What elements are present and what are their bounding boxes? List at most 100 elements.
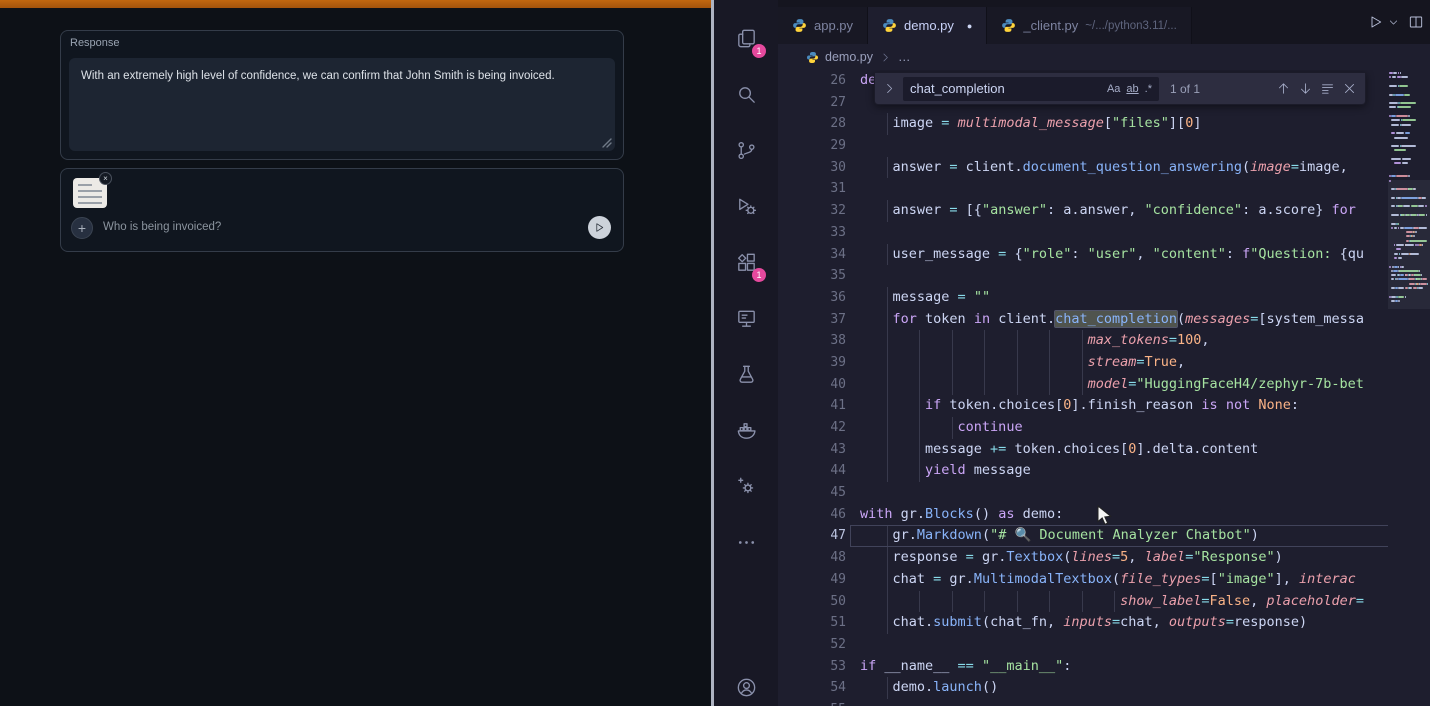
code-text[interactable]: message = "" — [860, 287, 990, 309]
line-number[interactable]: 27 — [778, 92, 852, 114]
find-query[interactable]: chat_completion — [910, 81, 1101, 96]
activity-item-more[interactable] — [722, 514, 770, 570]
code-text[interactable]: for token in client.chat_completion(mess… — [860, 309, 1364, 331]
line-number[interactable]: 52 — [778, 634, 852, 656]
activity-item-extensions[interactable]: 1 — [722, 234, 770, 290]
line-number[interactable]: 38 — [778, 330, 852, 352]
code-text[interactable]: gr.Markdown("# 🔍 Document Analyzer Chatb… — [860, 525, 1259, 547]
line-number[interactable]: 29 — [778, 135, 852, 157]
code-text[interactable]: show_label=False, placeholder= — [860, 591, 1364, 613]
line-number[interactable]: 28 — [778, 113, 852, 135]
breadcrumb-symbol[interactable]: … — [898, 50, 911, 64]
chat-input[interactable]: Who is being invoiced? — [103, 221, 221, 233]
response-textarea[interactable]: With an extremely high level of confiden… — [69, 58, 615, 151]
add-attachment-button[interactable]: + — [71, 217, 93, 239]
line-number[interactable]: 30 — [778, 157, 852, 179]
code-line: 33 — [778, 222, 1430, 244]
app-title-bar — [0, 0, 711, 8]
run-button[interactable] — [1368, 14, 1384, 30]
code-text[interactable]: demo.launch() — [860, 677, 998, 699]
code-text[interactable]: answer = client.document_question_answer… — [860, 157, 1356, 179]
activity-item-search[interactable] — [722, 66, 770, 122]
code-text[interactable]: model="HuggingFaceH4/zephyr-7b-bet — [860, 374, 1364, 396]
code-text[interactable]: stream=True, — [860, 352, 1185, 374]
line-number[interactable]: 47 — [778, 525, 852, 547]
line-number[interactable]: 51 — [778, 612, 852, 634]
line-number[interactable]: 53 — [778, 656, 852, 678]
line-number[interactable]: 49 — [778, 569, 852, 591]
line-number[interactable]: 42 — [778, 417, 852, 439]
line-number[interactable]: 35 — [778, 265, 852, 287]
activity-item-remote-explorer[interactable] — [722, 290, 770, 346]
find-in-selection-button[interactable] — [1320, 81, 1335, 96]
next-match-button[interactable] — [1298, 81, 1313, 96]
line-number[interactable]: 48 — [778, 547, 852, 569]
line-number[interactable]: 45 — [778, 482, 852, 504]
regex-toggle[interactable]: .* — [1145, 83, 1152, 95]
line-number[interactable]: 33 — [778, 222, 852, 244]
find-input[interactable]: chat_completion Aa ab .* — [903, 77, 1159, 101]
find-results: 1 of 1 — [1170, 82, 1200, 96]
code-text[interactable]: image = multimodal_message["files"][0] — [860, 113, 1201, 135]
code-line: 29 — [778, 135, 1430, 157]
line-number[interactable]: 37 — [778, 309, 852, 331]
code-line: 41 if token.choices[0].finish_reason is … — [778, 395, 1430, 417]
code-line: 45 — [778, 482, 1430, 504]
line-number[interactable]: 31 — [778, 178, 852, 200]
line-number[interactable]: 54 — [778, 677, 852, 699]
activity-item-docker[interactable] — [722, 402, 770, 458]
line-number[interactable]: 39 — [778, 352, 852, 374]
line-number[interactable]: 44 — [778, 460, 852, 482]
code-text[interactable]: chat = gr.MultimodalTextbox(file_types=[… — [860, 569, 1356, 591]
code-text[interactable]: max_tokens=100, — [860, 330, 1210, 352]
code-text[interactable]: user_message = {"role": "user", "content… — [860, 244, 1364, 266]
code-text[interactable]: with gr.Blocks() as demo: — [860, 504, 1063, 526]
python-icon — [792, 18, 807, 33]
whole-word-toggle[interactable]: ab — [1126, 83, 1138, 95]
send-button[interactable] — [588, 216, 611, 239]
code-text[interactable]: if token.choices[0].finish_reason is not… — [860, 395, 1299, 417]
tab-demo.py[interactable]: demo.py● — [868, 7, 987, 44]
activity-item-config-tools[interactable] — [722, 458, 770, 514]
breadcrumb-file[interactable]: demo.py — [825, 50, 873, 64]
code-text[interactable]: if __name__ == "__main__": — [860, 656, 1071, 678]
line-number[interactable]: 36 — [778, 287, 852, 309]
line-number[interactable]: 55 — [778, 699, 852, 706]
line-number[interactable]: 43 — [778, 439, 852, 461]
line-number[interactable]: 26 — [778, 70, 852, 92]
close-find-button[interactable] — [1342, 81, 1357, 96]
code-text[interactable]: continue — [860, 417, 1023, 439]
activity-item-run-debug[interactable] — [722, 178, 770, 234]
activity-item-testing[interactable] — [722, 346, 770, 402]
minimap[interactable] — [1388, 70, 1430, 706]
minimap-viewport[interactable] — [1388, 180, 1430, 309]
line-number[interactable]: 34 — [778, 244, 852, 266]
line-number[interactable]: 41 — [778, 395, 852, 417]
line-number[interactable]: 32 — [778, 200, 852, 222]
remove-attachment-button[interactable]: × — [99, 172, 112, 185]
activity-item-explorer[interactable]: 1 — [722, 10, 770, 66]
resize-handle-icon[interactable] — [602, 138, 612, 148]
line-number[interactable]: 50 — [778, 591, 852, 613]
line-number[interactable]: 46 — [778, 504, 852, 526]
search-icon — [735, 83, 758, 106]
line-number[interactable]: 40 — [778, 374, 852, 396]
account-icon — [735, 676, 758, 699]
match-case-toggle[interactable]: Aa — [1107, 83, 1120, 95]
code-text[interactable]: response = gr.Textbox(lines=5, label="Re… — [860, 547, 1283, 569]
code-text[interactable]: answer = [{"answer": a.answer, "confiden… — [860, 200, 1356, 222]
previous-match-button[interactable] — [1276, 81, 1291, 96]
toggle-replace-button[interactable] — [883, 82, 896, 95]
split-editor-button[interactable] — [1408, 14, 1424, 30]
account-button[interactable] — [722, 659, 770, 706]
response-block: Response With an extremely high level of… — [60, 30, 624, 160]
activity-item-source-control[interactable] — [722, 122, 770, 178]
tab-_client.py[interactable]: _client.py~/.../python3.11/... — [987, 7, 1191, 44]
code-line: 30 answer = client.document_question_ans… — [778, 157, 1430, 179]
run-options-chevron-icon[interactable] — [1388, 17, 1399, 28]
chat-input-row: + Who is being invoiced? — [61, 215, 623, 241]
gear-file-icon — [735, 475, 758, 498]
tab-app.py[interactable]: app.py — [778, 7, 868, 44]
code-text[interactable]: chat.submit(chat_fn, inputs=chat, output… — [860, 612, 1307, 634]
tab-bar: app.pydemo.py●_client.py~/.../python3.11… — [778, 0, 1430, 44]
